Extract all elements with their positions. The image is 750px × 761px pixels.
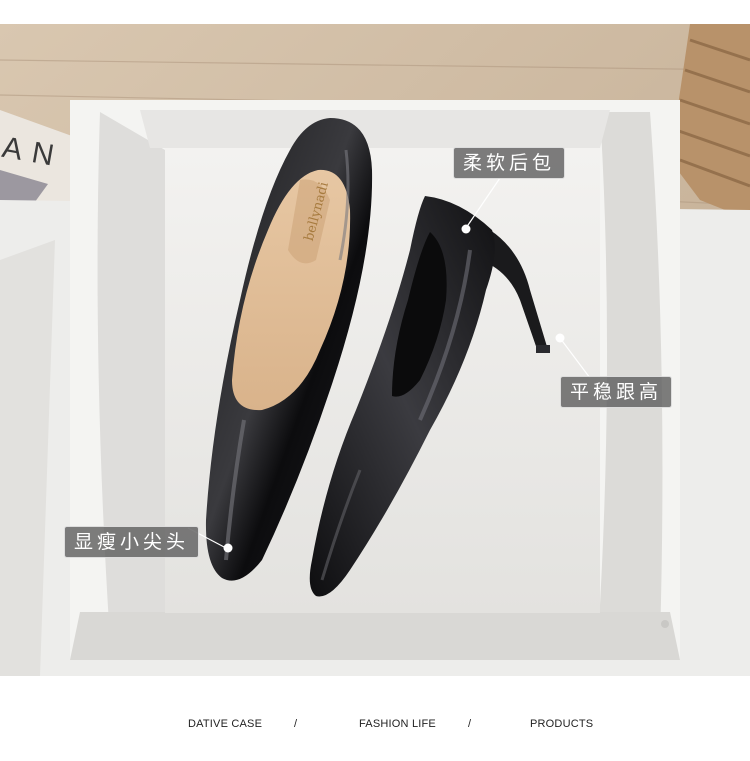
callout-heel-counter: 柔软后包 <box>453 147 566 179</box>
footer-fashion-life: FASHION LIFE <box>359 718 436 730</box>
toe-dot <box>223 543 233 553</box>
box-wall-bottom <box>70 612 680 660</box>
shoe-scene: bellynadi <box>0 0 750 676</box>
box-grommet <box>661 620 669 628</box>
footer-tagline: DATIVE CASE / FASHION LIFE / PRODUCTS <box>0 676 750 761</box>
callout-pointed-toe: 显瘦小尖头 <box>64 526 200 558</box>
footer-separator: / <box>468 718 472 730</box>
callout-stable-heel: 平稳跟高 <box>560 376 673 408</box>
heel-dot <box>555 333 565 343</box>
top-margin <box>0 0 750 24</box>
footer-separator: / <box>294 718 298 730</box>
footer-dative-case: DATIVE CASE <box>188 718 263 730</box>
heel-counter-dot <box>461 224 471 234</box>
footer-products: PRODUCTS <box>530 718 594 730</box>
box-wall-left <box>97 112 170 640</box>
box-wall-top <box>140 110 610 148</box>
product-photo: bellynadi AN 柔软后包 平稳跟高 显瘦小尖头 <box>0 0 750 676</box>
